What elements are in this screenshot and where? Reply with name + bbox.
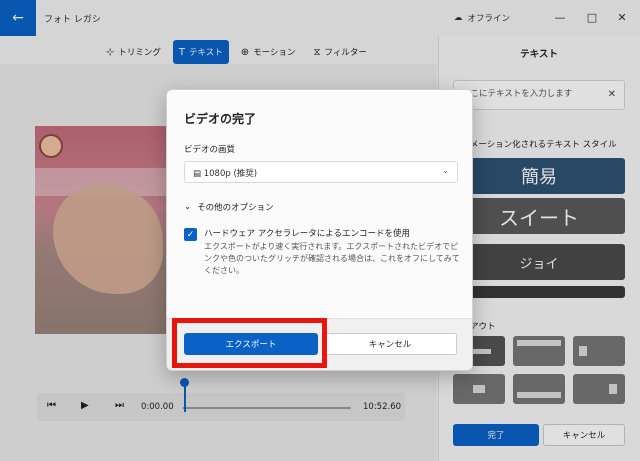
hw-accel-label: ハードウェア アクセラレータによるエンコードを使用 (204, 229, 411, 239)
more-options-label: その他のオプション (197, 203, 274, 213)
dialog-title: ビデオの完了 (184, 112, 257, 126)
quality-value: 1080p (推奨) (203, 169, 258, 179)
chevron-down-icon: ⌄ (442, 166, 449, 175)
quality-label: ビデオの画質 (184, 145, 236, 155)
quality-select[interactable]: ▤ 1080p (推奨) ⌄ (184, 161, 458, 183)
quality-icon: ▤ (193, 169, 204, 179)
chevron-down-icon: ⌄ (184, 202, 192, 212)
cancel-button[interactable]: キャンセル (323, 333, 457, 355)
export-highlight-box (172, 318, 327, 368)
hw-accel-description: エクスポートがより速く実行されます。エクスポートされたビデオでピンクや色のついた… (204, 242, 460, 275)
hw-accel-checkbox[interactable]: ✓ (184, 228, 197, 241)
more-options-toggle[interactable]: ⌄ その他のオプション (184, 201, 274, 213)
